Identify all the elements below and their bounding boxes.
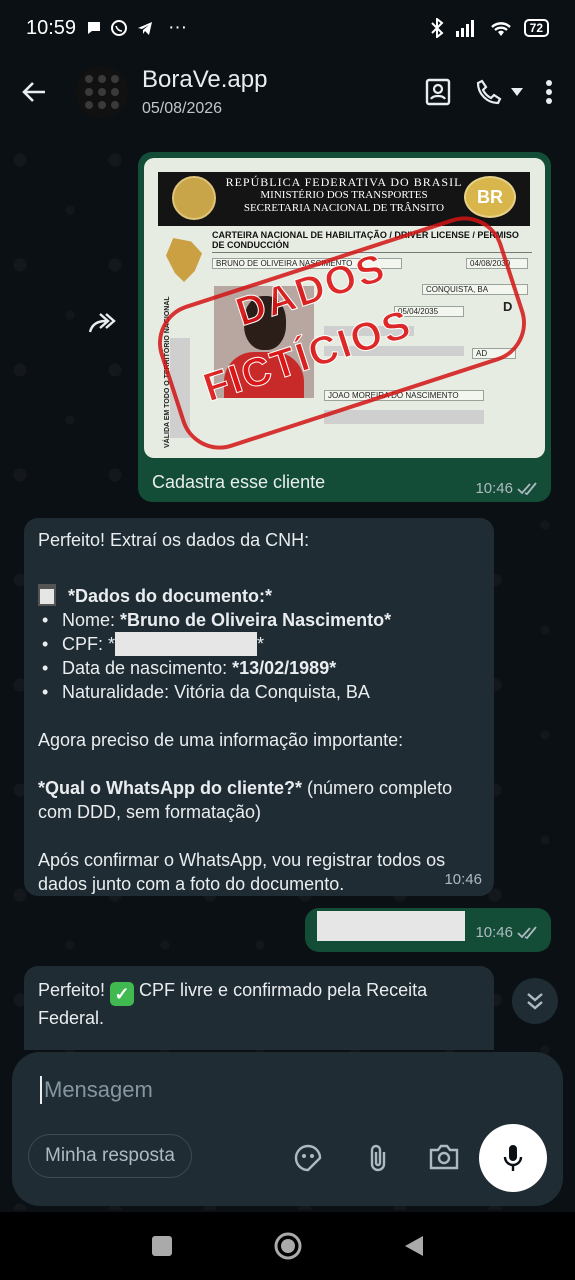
message-meta: 10:46: [475, 924, 539, 941]
redacted-field: [324, 410, 484, 424]
read-ticks-icon: [517, 925, 537, 939]
scroll-to-bottom-button[interactable]: [512, 978, 558, 1024]
question-text: *Qual o WhatsApp do cliente?* (número co…: [38, 778, 453, 822]
battery-indicator: 72: [523, 19, 549, 37]
after-text: Após confirmar o WhatsApp, vou registrar…: [38, 850, 446, 894]
status-time: 10:59: [26, 16, 77, 39]
request-text: Agora preciso de uma informação importan…: [38, 730, 404, 750]
document-image[interactable]: REPÚBLICA FEDERATIVA DO BRASIL MINISTÉRI…: [144, 158, 545, 458]
message-time: 10:46: [444, 871, 482, 888]
arrow-left-icon: [22, 82, 45, 102]
contact-card-icon[interactable]: [423, 77, 453, 107]
more-options-icon[interactable]: [545, 79, 553, 105]
message-input[interactable]: Mensagem: [40, 1076, 153, 1104]
redacted-phone-number: [317, 911, 465, 941]
sticker-icon[interactable]: [292, 1142, 324, 1174]
telegram-icon: [138, 22, 153, 35]
status-bar: 10:59 ··· 72: [0, 0, 575, 56]
message-time: 10:46: [475, 480, 513, 497]
outgoing-image-message[interactable]: REPÚBLICA FEDERATIVA DO BRASIL MINISTÉRI…: [138, 152, 551, 502]
message-composer: Mensagem Minha resposta: [12, 1052, 563, 1206]
chat-header: BoraVe.app 05/08/2026: [0, 56, 575, 128]
bluetooth-icon: [430, 18, 444, 38]
contact-status: 05/08/2026: [142, 100, 223, 117]
caret-down-icon: [511, 88, 523, 96]
message-time: 10:46: [475, 924, 513, 941]
double-chevron-down-icon: [527, 993, 543, 1010]
home-button[interactable]: [273, 1231, 303, 1261]
more-notifications: ···: [168, 17, 188, 38]
attachment-icon[interactable]: [364, 1142, 392, 1174]
read-ticks-icon: [517, 481, 537, 495]
system-navigation-bar: [0, 1212, 575, 1280]
contact-avatar[interactable]: [76, 66, 128, 118]
list-item-birth: • Data de nascimento: *13/02/1989*: [42, 658, 337, 678]
clipboard-icon: [38, 584, 56, 606]
message-meta: 10:46: [475, 480, 539, 497]
back-button[interactable]: [4, 79, 64, 105]
voice-record-button[interactable]: [479, 1124, 547, 1192]
section-title-line: *Dados do documento:*: [38, 584, 480, 608]
section-title: *Dados do documento:*: [68, 586, 273, 606]
incoming-message[interactable]: Perfeito! ✓ CPF livre e confirmado pela …: [24, 966, 494, 1050]
microphone-icon: [503, 1145, 523, 1171]
contact-name: BoraVe.app: [142, 66, 268, 93]
redacted-cpf: [115, 632, 258, 656]
brazil-map-icon: [166, 238, 202, 282]
list-item-name: • Nome: *Bruno de Oliveira Nascimento*: [42, 610, 392, 630]
chat-bubble-icon: [88, 22, 101, 34]
whatsapp-icon: [111, 20, 128, 36]
wifi-icon: [490, 22, 511, 36]
incoming-message[interactable]: Perfeito! Extraí os dados da CNH: *Dados…: [24, 518, 494, 896]
phone-icon: [476, 79, 502, 105]
check-mark-icon: ✓: [110, 982, 135, 1006]
contact-info[interactable]: BoraVe.app 05/08/2026: [142, 66, 267, 118]
message-text: Perfeito! ✓ CPF livre e confirmado pela …: [38, 980, 428, 1028]
camera-icon[interactable]: [428, 1142, 460, 1172]
list-item-cpf: • CPF: * *: [42, 632, 265, 656]
back-nav-button[interactable]: [403, 1234, 425, 1258]
coat-of-arms-icon: [172, 176, 216, 220]
br-badge: BR: [464, 176, 516, 218]
outgoing-message[interactable]: 10:46: [305, 908, 551, 952]
list-item-naturality: • Naturalidade: Vitória da Conquista, BA: [42, 682, 370, 702]
call-button[interactable]: [475, 78, 523, 106]
recent-apps-button[interactable]: [151, 1235, 173, 1257]
document-header-text: REPÚBLICA FEDERATIVA DO BRASIL MINISTÉRI…: [225, 175, 463, 215]
image-caption: Cadastra esse cliente: [152, 472, 326, 492]
forward-icon[interactable]: [86, 310, 118, 338]
signal-icon: [455, 20, 474, 37]
suggestion-chip[interactable]: Minha resposta: [28, 1134, 192, 1178]
message-intro: Perfeito! Extraí os dados da CNH:: [38, 530, 310, 550]
